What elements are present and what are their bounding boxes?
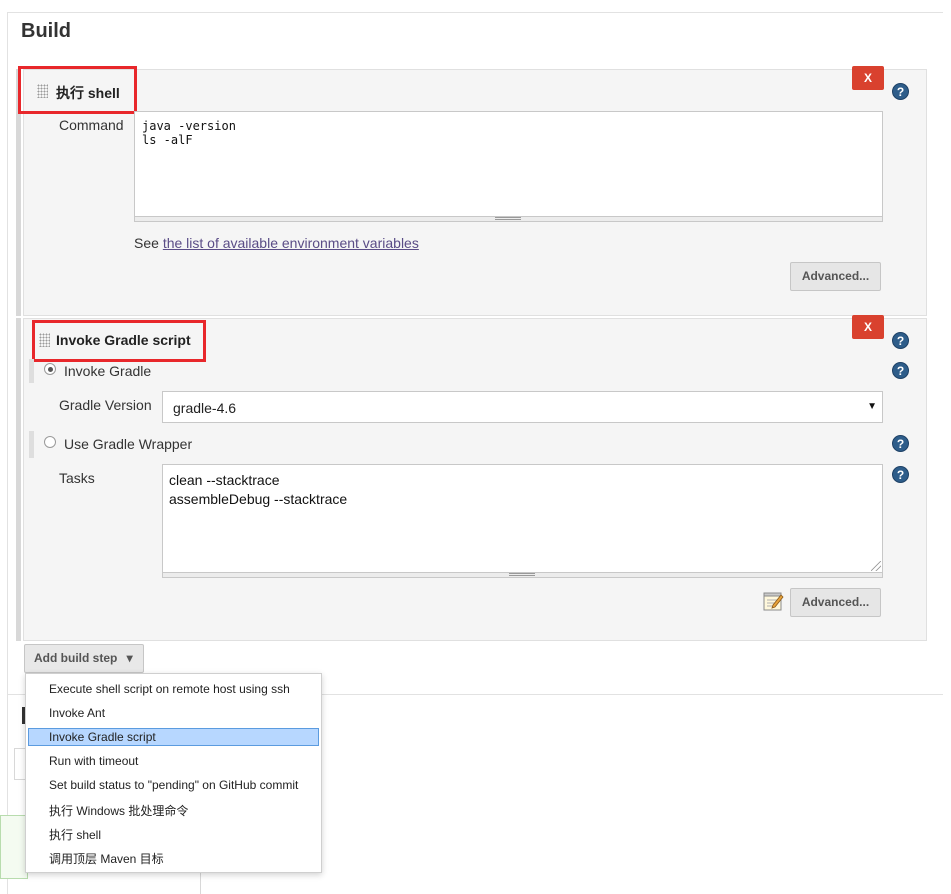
menu-item-github-pending[interactable]: Set build status to "pending" on GitHub … [49, 778, 298, 792]
command-resize-handle[interactable] [134, 216, 883, 222]
tasks-resize-handle[interactable] [162, 572, 883, 578]
see-prefix: See [134, 235, 163, 251]
menu-item-invoke-ant[interactable]: Invoke Ant [49, 706, 105, 720]
drag-handle-icon[interactable] [39, 333, 50, 347]
help-icon[interactable]: ? [892, 362, 909, 379]
drag-handle-icon[interactable] [37, 84, 48, 98]
add-build-step-button[interactable]: Add build step ▾ [24, 644, 144, 673]
gradle-step-title: Invoke Gradle script [56, 332, 191, 348]
tasks-line: clean --stacktrace [169, 472, 280, 488]
use-gradle-wrapper-radio[interactable] [44, 436, 56, 448]
radio-group-bar [29, 359, 34, 383]
gradle-version-value: gradle-4.6 [173, 400, 237, 416]
resize-grip-icon [509, 573, 535, 576]
tasks-line: assembleDebug --stacktrace [169, 491, 348, 507]
menu-item-run-with-timeout[interactable]: Run with timeout [49, 754, 138, 768]
menu-item-maven-target[interactable]: 调用顶层 Maven 目标 [49, 850, 164, 867]
tasks-textarea[interactable]: clean --stacktrace assembleDebug --stack… [162, 464, 883, 573]
section-divider [7, 12, 943, 13]
section-border [7, 12, 8, 894]
shell-step-title: 执行 shell [56, 85, 120, 101]
chevron-down-icon: ▼ [867, 401, 877, 412]
help-icon[interactable]: ? [892, 83, 909, 100]
menu-item-invoke-gradle[interactable]: Invoke Gradle script [28, 728, 319, 746]
hidden-save-area [0, 815, 28, 879]
shell-advanced-button[interactable]: Advanced... [790, 262, 881, 291]
add-build-step-menu: Execute shell script on remote host usin… [25, 673, 322, 873]
notepad-icon[interactable] [762, 590, 784, 612]
delete-gradle-step-button[interactable]: X [852, 315, 884, 339]
delete-shell-step-button[interactable]: X [852, 66, 884, 90]
gradle-advanced-button[interactable]: Advanced... [790, 588, 881, 617]
command-line: java -version [142, 119, 236, 133]
radio-group-bar [29, 431, 34, 458]
command-textarea[interactable]: java -version ls -alF [134, 111, 883, 217]
use-gradle-wrapper-label[interactable]: Use Gradle Wrapper [64, 436, 192, 452]
help-icon[interactable]: ? [892, 435, 909, 452]
gradle-step-drag-bar[interactable] [16, 318, 21, 641]
menu-item-windows-batch[interactable]: 执行 Windows 批处理命令 [49, 802, 188, 819]
add-build-step-label: Add build step [34, 651, 118, 665]
chevron-down-icon: ▾ [126, 651, 133, 665]
env-vars-hint: See the list of available environment va… [134, 235, 419, 251]
menu-item-execute-shell[interactable]: 执行 shell [49, 826, 101, 843]
env-vars-link[interactable]: the list of available environment variab… [163, 235, 419, 251]
resize-corner-icon[interactable] [871, 561, 881, 571]
invoke-gradle-label[interactable]: Invoke Gradle [64, 363, 151, 379]
command-line: ls -alF [142, 133, 193, 147]
section-title: Build [21, 20, 71, 42]
tasks-label: Tasks [59, 470, 95, 486]
help-icon[interactable]: ? [892, 466, 909, 483]
command-label: Command [59, 117, 124, 133]
gradle-version-label: Gradle Version [59, 397, 152, 413]
invoke-gradle-radio[interactable] [44, 363, 56, 375]
gradle-version-select[interactable]: gradle-4.6 ▼ [162, 391, 883, 423]
help-icon[interactable]: ? [892, 332, 909, 349]
menu-item-ssh-shell[interactable]: Execute shell script on remote host usin… [49, 682, 290, 696]
resize-grip-icon [495, 217, 521, 220]
